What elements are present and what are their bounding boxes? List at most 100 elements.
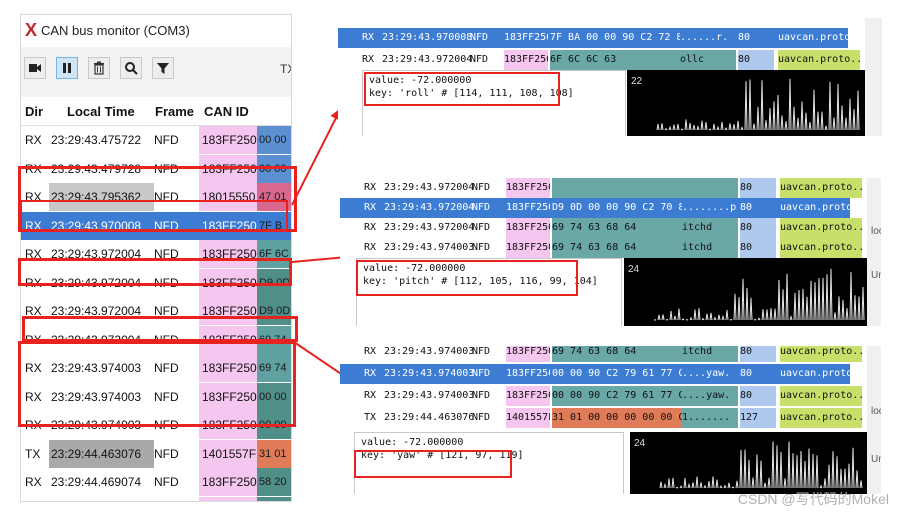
row-frame: NFD (472, 368, 491, 379)
row-data: 69 74 63 68 64 (552, 238, 682, 258)
row-data: 69 74 63 68 64 (552, 218, 682, 238)
row-dir: RX (362, 54, 375, 65)
row-can-id: 183FF250 (506, 202, 550, 213)
row-type: uavcan.proto... (780, 408, 862, 428)
row-type: uavcan.proto... (778, 50, 860, 70)
row-local-time: 23:29:43.972004 (384, 222, 475, 233)
row-ascii: itchd (682, 346, 738, 362)
row-can-id: 183FF250 (504, 32, 548, 43)
row-length: 80 (738, 32, 751, 43)
roll-panel: RX 23:29:43.970008 NFD 183FF250 7F BA 00 00 … (338, 18, 882, 136)
row-frame: NFD (472, 202, 491, 213)
frame-row[interactable]: TX 23:29:44.463076 NFD 1401557F 31 01 00 00 … (340, 408, 862, 428)
row-frame: NFD (472, 346, 491, 357)
row-length: 127 (740, 408, 776, 428)
side-label-uni: Uni (871, 270, 881, 281)
row-dir: RX (364, 202, 377, 213)
yaw-panel: loca Uni RX23:29:43.974003NFD183FF25069 … (340, 346, 881, 494)
value-text: value: -72.000000 (361, 437, 464, 448)
row-ascii: ....yaw. (682, 368, 731, 379)
signal-trace (653, 268, 865, 321)
side-label-loca: loca (871, 226, 881, 237)
side-label-uni: Uni (871, 454, 881, 465)
row-frame: NFD (472, 412, 491, 423)
row-local-time: 23:29:43.972004 (384, 182, 475, 193)
frame-row[interactable]: RX 23:29:43.972004 NFD 183FF250 6F 6C 6C 63 o… (338, 50, 860, 70)
row-dir: RX (364, 390, 377, 401)
frame-row[interactable]: RX 23:29:43.974003 NFD 183FF250 00 00 90 C2 … (340, 386, 862, 406)
row-dir: RX (364, 222, 377, 233)
row-type: uavcan.proto... (780, 202, 862, 213)
signal-plot: 24 (624, 258, 867, 326)
side-strip (867, 178, 881, 326)
row-dir: TX (364, 412, 377, 423)
row-can-id: 183FF250 (506, 238, 550, 258)
row-data: 00 00 90 C2 79 61 77 C5 (552, 386, 682, 406)
row-frame: NFD (472, 182, 491, 193)
row-dir: RX (362, 32, 375, 43)
row-local-time: 23:29:43.974003 (384, 368, 475, 379)
watermark: CSDN @写代码的Mokel (737, 491, 889, 507)
row-can-id: 183FF250 (506, 368, 550, 379)
row-ascii: ........p. (682, 202, 738, 213)
row-local-time: 23:29:44.463076 (384, 412, 475, 423)
row-ascii: 1....... (682, 408, 738, 428)
row-length: 80 (740, 178, 776, 198)
row-type: uavcan.proto... (780, 386, 862, 406)
row-frame: NFD (472, 390, 491, 401)
row-data: 6F 6C 6C 63 (550, 50, 680, 70)
row-length: 80 (740, 346, 776, 362)
row-can-id: 183FF250 (504, 50, 548, 70)
row-ascii: ollc (680, 50, 736, 70)
side-label-loca: loca (871, 406, 881, 417)
signal-trace (659, 441, 863, 489)
row-can-id: 183FF250 (506, 386, 550, 406)
row-type: uavcan.proto... (780, 368, 862, 379)
row-type: uavcan.proto... (780, 346, 862, 362)
row-dir: RX (364, 346, 377, 357)
row-length: 80 (740, 368, 753, 379)
row-local-time: 23:29:43.972004 (382, 54, 473, 65)
highlight-key-box (356, 260, 578, 296)
row-local-time: 23:29:43.974003 (384, 346, 475, 357)
row-length: 80 (740, 238, 776, 258)
frame-row[interactable]: RX 23:29:43.974003 NFD 183FF250 69 74 63 68 … (340, 346, 862, 362)
row-length: 80 (738, 50, 774, 70)
side-strip (867, 346, 881, 494)
frame-row[interactable]: RX 23:29:43.970008 NFD 183FF250 7F BA 00 00 … (338, 28, 860, 48)
row-type: uavcan.proto... (780, 178, 862, 198)
row-dir: RX (364, 368, 377, 379)
row-local-time: 23:29:43.974003 (384, 242, 475, 253)
row-ascii: itchd (682, 238, 738, 258)
row-ascii: itchd (682, 218, 738, 238)
row-type: uavcan.proto... (778, 32, 860, 43)
side-strip (865, 18, 882, 136)
frame-row[interactable]: RX 23:29:43.972004 NFD 183FF250 D9 0D 00 00 … (340, 198, 862, 218)
row-type: uavcan.proto... (780, 238, 862, 258)
row-length: 80 (740, 218, 776, 238)
row-data: 7F BA 00 00 90 C2 72 83 (550, 32, 680, 43)
frame-row[interactable]: RX 23:29:43.974003 NFD 183FF250 00 00 90 C2 … (340, 364, 862, 384)
row-data: 69 74 63 68 64 (552, 346, 682, 362)
row-length: 80 (740, 202, 753, 213)
row-can-id: 183FF250 (506, 218, 550, 238)
row-local-time: 23:29:43.974003 (384, 390, 475, 401)
row-type: uavcan.proto... (780, 218, 862, 238)
row-ascii: ......r. (680, 32, 729, 43)
row-frame: NFD (472, 222, 491, 233)
pitch-panel: loca Uni RX23:29:43.972004NFD183FF25080u… (340, 178, 881, 326)
row-can-id: 1401557F (506, 408, 550, 428)
frame-row[interactable]: RX 23:29:43.974003 NFD 183FF250 69 74 63 68 … (340, 238, 862, 258)
row-frame: NFD (470, 32, 489, 43)
row-frame: NFD (470, 54, 489, 65)
row-length: 80 (740, 386, 776, 406)
row-dir: RX (364, 242, 377, 253)
frame-row[interactable]: RX 23:29:43.972004 NFD 183FF250 69 74 63 68 … (340, 218, 862, 238)
row-local-time: 23:29:43.970008 (382, 32, 473, 43)
frame-row[interactable]: RX 23:29:43.972004 NFD 183FF250 80 uavcan.pro… (340, 178, 862, 198)
signal-trace (656, 78, 860, 131)
signal-plot: 22 (627, 70, 865, 136)
highlight-key-box (354, 450, 512, 478)
row-data: 31 01 00 00 00 00 00 CE (552, 408, 682, 428)
row-dir: RX (364, 182, 377, 193)
